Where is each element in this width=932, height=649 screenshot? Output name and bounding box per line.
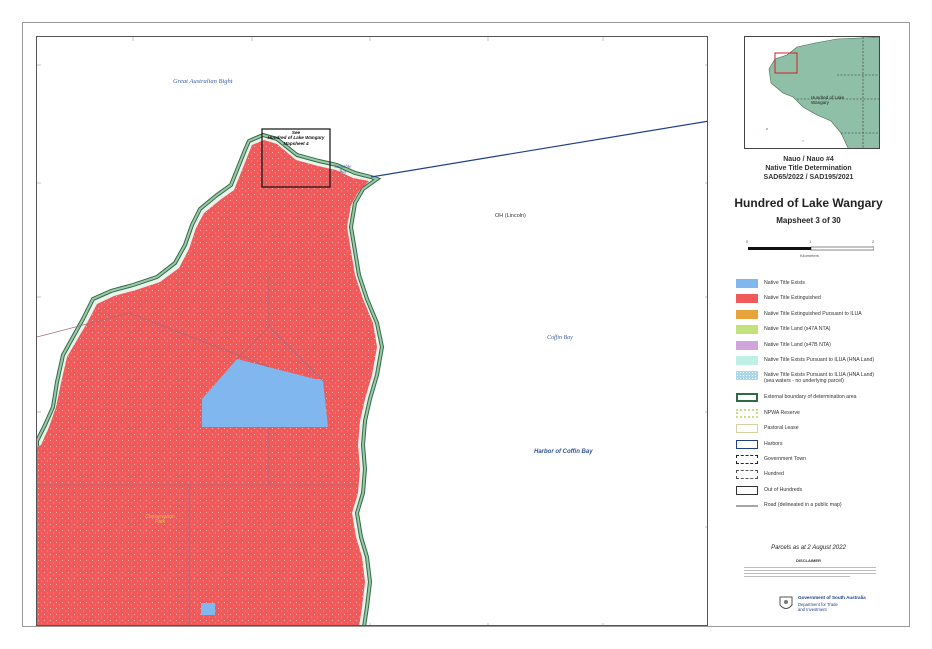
scale-unit: Kilometers (800, 253, 819, 258)
map-title: Hundred of Lake Wangary (734, 196, 883, 210)
harbor-boundary-line (370, 120, 707, 178)
legend-s47a-label: Native Title Land (s47A NTA) (764, 326, 831, 333)
legend-s47b-swatch (736, 340, 758, 350)
legend-pastoral-lease-swatch (736, 424, 758, 434)
scale-tick-1: 1 (809, 239, 812, 244)
legend-external-boundary-label: External boundary of determination area (764, 394, 857, 401)
legend-government-town-label: Government Town (764, 455, 806, 462)
legend-hundred: Hundred (736, 469, 906, 481)
see-mapsheet-note: See Hundred of Lake Wangary Mapsheet 4 (263, 130, 329, 146)
disclaimer-text (744, 565, 876, 583)
legend-hna-land-swatch (736, 355, 758, 365)
legend-native-title-extinguished-swatch (736, 294, 758, 304)
legend-harbors-swatch (736, 439, 758, 449)
legend-external-boundary: External boundary of determination area (736, 392, 906, 404)
oh-lincoln-label: OH (Lincoln) (495, 213, 526, 219)
legend-hna-land: Native Title Exists Pursuant to ILUA (HN… (736, 355, 906, 367)
locality-inset-map: Hundred of Lake Wangary (744, 36, 880, 149)
great-australian-bight-label: Great Australian Bight (173, 78, 233, 85)
legend-out-of-hundreds: Out of Hundreds (736, 485, 906, 497)
legend: Native Title Exists Native Title Extingui… (736, 278, 906, 515)
legend-government-town: Government Town (736, 454, 906, 466)
disclaimer-title: DISCLAIMER (796, 558, 821, 563)
inset-hundred-label: Hundred of Lake Wangary (811, 95, 845, 105)
legend-s47b: Native Title Land (s47B NTA) (736, 340, 906, 352)
native-title-exists-strip (201, 603, 215, 615)
map-canvas (37, 37, 707, 625)
sa-crest-icon (779, 596, 793, 609)
scale-bar: 0 1 2 Kilometers (746, 239, 875, 260)
legend-hna-land-label: Native Title Exists Pursuant to ILUA (HN… (764, 356, 875, 363)
legend-road: Road (delineated in a public map) (736, 500, 906, 512)
legend-native-title-exists: Native Title Exists (736, 278, 906, 290)
legend-hundred-label: Hundred (764, 471, 784, 478)
legend-road-swatch (736, 505, 758, 508)
legend-s47a: Native Title Land (s47A NTA) (736, 324, 906, 336)
case-numbers: SAD65/2022 / SAD195/2021 (763, 174, 854, 181)
legend-native-title-exists-label: Native Title Exists (764, 280, 805, 286)
legend-ilua-extinguished-swatch (736, 309, 758, 319)
side-panel: Hundred of Lake Wangary Nauo / Nauo #4 N… (708, 36, 909, 626)
legend-external-boundary-swatch (736, 393, 758, 403)
legend-out-of-hundreds-label: Out of Hundreds (764, 486, 803, 493)
gov-line-3: and Investment (798, 607, 827, 612)
legend-hna-sea: Native Title Exists Pursuant to ILUA (HN… (736, 370, 906, 386)
legend-hna-sea-swatch (736, 371, 758, 381)
legend-native-title-exists-swatch (736, 279, 758, 288)
parcels-date: Parcels as at 2 August 2022 (771, 545, 846, 551)
mapsheet-number: Mapsheet 3 of 30 (776, 216, 841, 225)
harbor-of-coffin-bay-label: Harbor of Coffin Bay (534, 449, 593, 455)
legend-harbors-label: Harbors (764, 440, 783, 447)
claim-name: Nauo / Nauo #4 (783, 156, 834, 163)
coffin-bay-label: Coffin Bay (547, 335, 573, 341)
legend-hna-sea-label-2: (sea waters - no underlying parcel) (764, 378, 844, 385)
legend-npwa-reserve-label: NPWA Reserve (764, 409, 800, 416)
legend-road-label: Road (delineated in a public map) (764, 502, 842, 509)
native-title-extinguished-area (37, 140, 377, 625)
legend-pastoral-lease-label: Pastoral Lease (764, 425, 799, 432)
gov-line-1: Government of South Australia (798, 595, 866, 600)
scale-tick-2: 2 (872, 239, 875, 244)
legend-ilua-extinguished: Native Title Extinguished Pursuant to IL… (736, 309, 906, 321)
legend-pastoral-lease: Pastoral Lease (736, 423, 906, 435)
inset-land (768, 37, 879, 148)
legend-npwa-reserve-swatch (736, 408, 758, 418)
legend-harbors: Harbors (736, 439, 906, 451)
legend-ilua-extinguished-label: Native Title Extinguished Pursuant to IL… (764, 310, 862, 317)
see-line-3: Mapsheet 4 (283, 140, 309, 146)
scale-tick-0: 0 (746, 239, 749, 244)
legend-native-title-extinguished: Native Title Extinguished (736, 293, 906, 305)
legend-out-of-hundreds-swatch (736, 485, 758, 495)
main-map: Great Australian Bight Sensible Bay Coff… (36, 36, 708, 626)
legend-native-title-extinguished-label: Native Title Extinguished (764, 295, 821, 302)
determination-title: Nauo / Nauo #4 Native Title Determinatio… (708, 155, 909, 182)
determination-type: Native Title Determination (765, 165, 852, 172)
native-title-exists-small (309, 379, 323, 389)
sensible-bay-label: Sensible Bay (334, 165, 352, 175)
conservation-park-label: Conservation Park (145, 514, 175, 525)
legend-government-town-swatch (736, 454, 758, 464)
legend-s47b-label: Native Title Land (s47B NTA) (764, 341, 831, 348)
legend-s47a-swatch (736, 325, 758, 335)
legend-npwa-reserve: NPWA Reserve (736, 408, 906, 420)
legend-hundred-swatch (736, 470, 758, 480)
government-logo-block: Government of South Australia Department… (744, 593, 874, 617)
